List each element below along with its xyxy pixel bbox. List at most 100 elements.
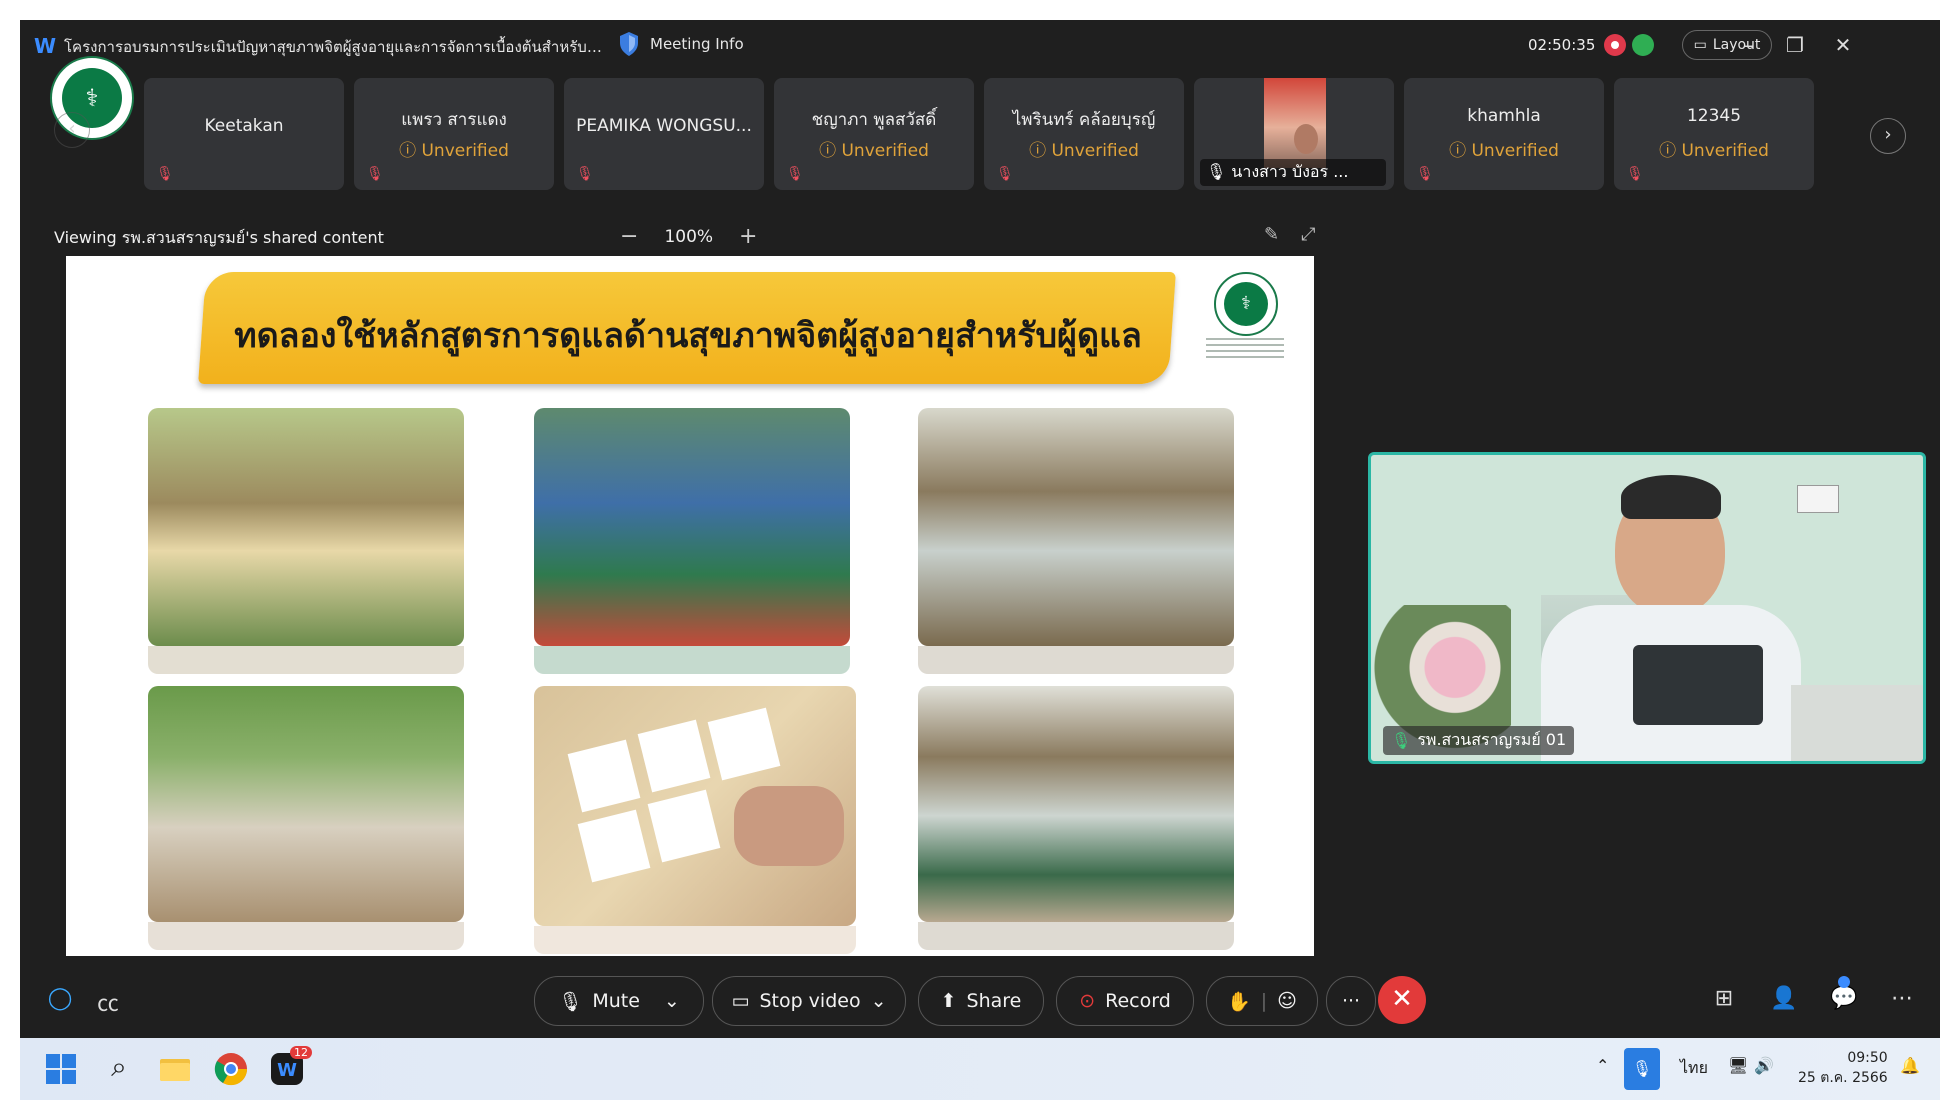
photo-reflection xyxy=(918,646,1234,674)
system-clock[interactable]: 09:50 25 ต.ค. 2566 xyxy=(1798,1048,1888,1088)
record-label: Record xyxy=(1105,990,1171,1012)
recording-indicator-icon[interactable] xyxy=(1604,34,1626,56)
windows-start-icon[interactable] xyxy=(42,1050,80,1088)
mute-label: Mute xyxy=(592,990,640,1012)
photo-reflection xyxy=(534,926,856,954)
participant-tile[interactable]: PEAMIKA WONGSU... 🎙 xyxy=(564,78,764,190)
annotate-icon[interactable]: ✎ xyxy=(1264,224,1279,245)
mic-muted-icon: 🎙 xyxy=(156,166,174,182)
participant-name: PEAMIKA WONGSU... xyxy=(576,116,752,136)
record-icon: ⊙ xyxy=(1079,990,1096,1012)
more-options-button[interactable]: ··· xyxy=(1326,976,1376,1026)
share-icon: ⬆ xyxy=(940,990,957,1012)
chevron-down-icon[interactable]: ⌄ xyxy=(871,990,887,1012)
microphone-tray-icon[interactable]: 🎙 xyxy=(1624,1048,1660,1090)
zoom-level: 100% xyxy=(664,226,714,247)
zoom-out-button[interactable]: − xyxy=(620,224,638,249)
participant-tile[interactable]: Keetakan 🎙 xyxy=(144,78,344,190)
title-bar: W โครงการอบรมการประเมินปัญหาสุขภาพจิตผู้… xyxy=(20,20,1940,72)
mic-muted-icon: 🎙 xyxy=(1626,166,1644,182)
closed-captions-icon[interactable]: ㏄ xyxy=(94,986,122,1017)
zoom-controls: − 100% + xyxy=(620,224,757,249)
language-indicator[interactable]: ไทย xyxy=(1680,1056,1708,1081)
activity-photo xyxy=(534,408,850,646)
shared-slide: ทดลองใช้หลักสูตรการดูแลด้านสุขภาพจิตผู้ส… xyxy=(66,256,1314,956)
mic-muted-icon: 🎙 xyxy=(366,166,384,182)
participant-name: Keetakan xyxy=(204,116,284,136)
photo-reflection xyxy=(918,922,1234,950)
unverified-badge: ⓘ Unverified xyxy=(399,141,509,161)
participant-tile[interactable]: ชญาภา พูลสวัสดิ์ ⓘ Unverified 🎙 xyxy=(774,78,974,190)
mute-button[interactable]: 🎙 Mute ⌄ xyxy=(534,976,704,1026)
chat-icon[interactable]: 💬 xyxy=(1830,986,1858,1014)
reactions-group: ✋ | ☺ xyxy=(1206,976,1318,1026)
minimize-icon[interactable]: – xyxy=(1732,30,1766,60)
participant-name: 12345 xyxy=(1686,106,1742,126)
participant-name: แพรว สารแดง xyxy=(401,110,507,130)
participant-tile[interactable]: แพรว สารแดง ⓘ Unverified 🎙 xyxy=(354,78,554,190)
restore-icon[interactable]: ❐ xyxy=(1778,30,1812,60)
participant-tile-video[interactable]: 🎙 นางสาว บังอร ... xyxy=(1194,78,1394,190)
speaker-hair xyxy=(1621,475,1721,519)
unverified-badge: ⓘ Unverified xyxy=(1449,141,1559,161)
logo-caption-graphic xyxy=(1206,338,1284,362)
participant-strip: ⚕ ‹ Keetakan 🎙 แพรว สารแดง ⓘ Unverified … xyxy=(20,56,1940,198)
activity-photo xyxy=(148,408,464,646)
file-explorer-icon[interactable] xyxy=(156,1050,194,1088)
wall-device xyxy=(1797,485,1839,513)
chevron-down-icon[interactable]: ⌄ xyxy=(664,990,680,1012)
speaker-name-label: 🎙 รพ.สวนสราญรมย์ 01 xyxy=(1383,726,1575,755)
webex-taskbar-icon[interactable]: W 12 xyxy=(268,1046,312,1088)
viewing-label: Viewing รพ.สวนสราญรมย์'s shared content xyxy=(54,228,384,247)
activity-photo xyxy=(148,686,464,922)
participant-name: khamhla xyxy=(1467,106,1541,126)
notification-icon[interactable]: 🔔 xyxy=(1900,1056,1920,1075)
meeting-toolbar: ◯ ㏄ 🎙 Mute ⌄ ▭ Stop video ⌄ ⬆ Share ⊙ Re… xyxy=(20,976,1940,1032)
webex-badge: 12 xyxy=(290,1046,312,1059)
participant-name: 🎙 นางสาว บังอร ... xyxy=(1200,159,1386,186)
active-speaker-video[interactable]: 🎙 รพ.สวนสราญรมย์ 01 xyxy=(1368,452,1926,764)
photo-reflection xyxy=(148,922,464,950)
speaker-name: รพ.สวนสราญรมย์ 01 xyxy=(1417,730,1567,749)
record-button[interactable]: ⊙ Record xyxy=(1056,976,1194,1026)
windows-taskbar: ⌕ W 12 ⌃ 🎙 ไทย 🖥 🔊 09:50 25 ต.ค. 2566 🔔 xyxy=(20,1038,1940,1100)
activity-photo xyxy=(918,408,1234,646)
mic-muted-icon: 🎙 xyxy=(996,166,1014,182)
participant-tile[interactable]: 12345 ⓘ Unverified 🎙 xyxy=(1614,78,1814,190)
unverified-badge: ⓘ Unverified xyxy=(1029,141,1139,161)
network-signal-icon[interactable] xyxy=(1632,34,1654,56)
mic-muted-icon: 🎙 xyxy=(576,166,594,182)
network-icon[interactable]: 🖥 xyxy=(1728,1056,1748,1075)
volume-icon[interactable]: 🔊 xyxy=(1754,1056,1774,1075)
chat-notification-badge xyxy=(1838,976,1850,988)
ministry-logo-icon: ⚕ xyxy=(1214,272,1278,336)
chevron-left-icon[interactable]: ‹ xyxy=(54,112,90,148)
unverified-badge: ⓘ Unverified xyxy=(819,141,929,161)
participant-tile[interactable]: khamhla ⓘ Unverified 🎙 xyxy=(1404,78,1604,190)
chrome-icon[interactable] xyxy=(212,1050,250,1088)
chevron-right-icon[interactable]: › xyxy=(1870,118,1906,154)
emoji-reaction-icon[interactable]: ☺ xyxy=(1277,990,1297,1012)
photo-reflection xyxy=(148,646,464,674)
fullscreen-icon[interactable]: ⤢ xyxy=(1301,224,1315,245)
participant-tile[interactable]: ไพรินทร์ คล้อยบุรญ์ ⓘ Unverified 🎙 xyxy=(984,78,1184,190)
close-icon[interactable]: ✕ xyxy=(1826,30,1860,60)
participants-icon[interactable]: 👤 xyxy=(1770,986,1798,1014)
clock-date: 25 ต.ค. 2566 xyxy=(1798,1070,1888,1086)
ai-assistant-icon[interactable]: ◯ xyxy=(46,986,74,1014)
meeting-title: โครงการอบรมการประเมินปัญหาสุขภาพจิตผู้สู… xyxy=(64,38,604,56)
more-icon[interactable]: ⋯ xyxy=(1888,986,1916,1014)
show-hidden-icons[interactable]: ⌃ xyxy=(1596,1056,1609,1075)
shield-icon xyxy=(620,32,638,56)
end-call-button[interactable]: ✕ xyxy=(1378,976,1426,1024)
microphone-icon: 🎙 xyxy=(558,990,583,1013)
webex-logo-icon: W xyxy=(34,34,57,58)
raise-hand-icon[interactable]: ✋ xyxy=(1227,990,1251,1013)
search-icon[interactable]: ⌕ xyxy=(100,1050,138,1088)
meeting-info-button[interactable]: Meeting Info xyxy=(618,31,744,57)
apps-icon[interactable]: ⊞ xyxy=(1710,986,1738,1014)
share-button[interactable]: ⬆ Share xyxy=(918,976,1044,1026)
stop-video-button[interactable]: ▭ Stop video ⌄ xyxy=(712,976,906,1026)
zoom-in-button[interactable]: + xyxy=(739,224,757,249)
share-tools: ✎ ⤢ xyxy=(1264,224,1316,245)
